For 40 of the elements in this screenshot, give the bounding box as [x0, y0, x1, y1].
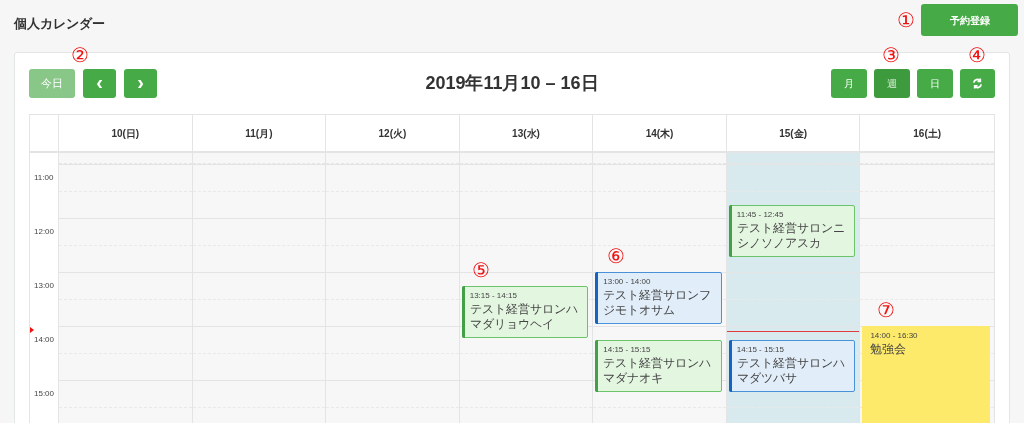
hour-label: 14:00 [34, 334, 55, 346]
view-tab[interactable]: 週 [874, 68, 910, 98]
callout-number: ⑦ [876, 300, 895, 320]
callout-number: ③ [882, 44, 900, 65]
event-title: 勉強会 [870, 342, 908, 357]
hour-label: 12:00 [34, 226, 55, 238]
view-tab[interactable]: 日 [917, 68, 953, 98]
event-card[interactable]: 13:00 - 14:00 テスト経営サロンフジモトオサム [595, 272, 722, 324]
hour-label: 11:00 [34, 172, 54, 184]
date-range-title: 2019年11月10 – 16日 [425, 71, 599, 95]
previous-button[interactable]: ‹ [83, 68, 116, 98]
event-time: 11:45 - 12:45 [736, 208, 785, 221]
register-button[interactable]: 予約登録 [921, 4, 1018, 36]
refresh-icon [972, 77, 983, 89]
event-time: 14:00 - 16:30 [870, 330, 919, 342]
event-card[interactable]: 11:45 - 12:45 テスト経営サロンニシノソノアスカ [728, 204, 856, 257]
callout-number: ① [897, 10, 915, 30]
hour-label: 13:00 [34, 280, 55, 292]
callout-number: ⑤ [472, 259, 491, 280]
hour-label: 15:00 [34, 388, 55, 400]
event-title: テスト経営サロンフジモトオサム [603, 288, 713, 318]
page-title: 個人カレンダー [14, 15, 105, 33]
event-title: テスト経営サロンハマダリョウヘイ [469, 301, 579, 332]
callout-number: ⑥ [607, 246, 626, 266]
event-title: テスト経営サロンニシノソノアスカ [736, 220, 846, 251]
event-card[interactable]: 14:15 - 15:15 テスト経営サロンハマダツバサ [728, 339, 856, 392]
event-card[interactable]: 14:15 - 15:15 テスト経営サロンハマダナオキ [595, 339, 722, 392]
event-card[interactable]: 13:15 - 14:15 テスト経営サロンハマダリョウヘイ [461, 285, 589, 338]
event-title: テスト経営サロンハマダナオキ [603, 355, 713, 386]
refresh-button[interactable] [960, 68, 995, 98]
callout-number: ② [71, 44, 89, 65]
event-title: テスト経営サロンハマダツバサ [736, 355, 846, 386]
event-card[interactable]: 14:00 - 16:30 勉強会 [862, 326, 990, 423]
event-time: 13:15 - 14:15 [469, 289, 518, 302]
next-button[interactable]: › [124, 68, 157, 98]
event-time: 14:15 - 15:15 [603, 343, 652, 356]
event-time: 13:00 - 14:00 [603, 276, 652, 288]
view-tab[interactable]: 月 [831, 68, 867, 98]
event-time: 14:15 - 15:15 [736, 343, 785, 356]
callout-number: ④ [968, 44, 986, 65]
